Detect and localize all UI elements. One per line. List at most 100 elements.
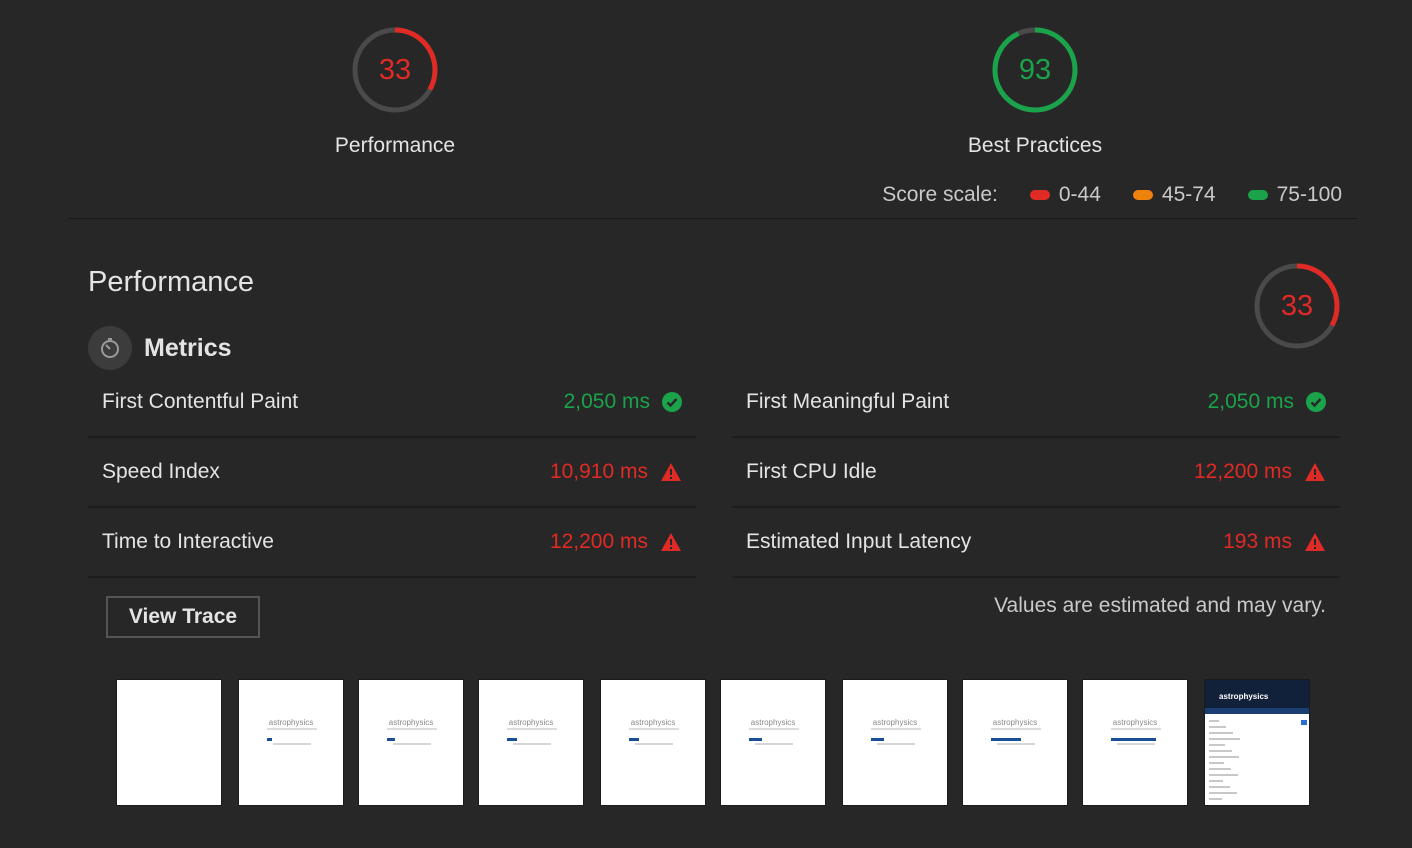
scale-fail-swatch <box>1029 190 1050 200</box>
best-practices-label: Best Practices <box>967 134 1103 157</box>
metric-label: Estimated Input Latency <box>746 530 972 553</box>
filmstrip-frame: astrophysics <box>842 679 948 806</box>
estimate-note: Values are estimated and may vary. <box>994 594 1326 617</box>
category-gauge-wrap: 33 <box>1253 262 1341 350</box>
category-score: 33 <box>1280 290 1314 322</box>
metric-value: 10,910 ms <box>549 460 648 483</box>
frame-line <box>1117 743 1155 745</box>
frame-line <box>877 743 915 745</box>
frame-text-line <box>1209 750 1232 752</box>
frame-progress-bar <box>507 738 517 741</box>
frame-subtitle <box>387 728 437 730</box>
metric-value: 193 ms <box>1223 530 1292 553</box>
score-scale-title: Score scale: <box>882 183 998 206</box>
frame-text: astrophysics <box>750 718 796 727</box>
metric-label: First CPU Idle <box>746 460 877 483</box>
metric-first-cpu-idle: First CPU Idle 12,200 ms <box>732 438 1340 508</box>
frame-text-line <box>1209 756 1239 758</box>
frame-line <box>513 743 551 745</box>
filmstrip-frame: astrophysics <box>962 679 1068 806</box>
filmstrip-frame: astrophysics <box>600 679 706 806</box>
frame-line <box>273 743 311 745</box>
metric-first-meaningful-paint: First Meaningful Paint 2,050 ms <box>732 368 1340 438</box>
metric-estimated-input-latency: Estimated Input Latency 193 ms <box>732 508 1340 578</box>
frame-text: astrophysics <box>1112 718 1158 727</box>
frame-text-line <box>1209 744 1225 746</box>
performance-summary[interactable]: 33 Performance <box>275 26 515 158</box>
frame-subtitle <box>267 728 317 730</box>
metrics-title: Metrics <box>144 333 232 362</box>
frame-text-line <box>1209 792 1237 794</box>
metric-label: Speed Index <box>102 460 220 483</box>
frame-text-line <box>1209 762 1224 764</box>
frame-progress-bar <box>991 738 1021 741</box>
category-gauge: 33 <box>1253 262 1341 350</box>
frame-tabs <box>1205 708 1309 714</box>
warning-triangle-icon <box>1305 463 1325 481</box>
frame-progress-bar <box>387 738 395 741</box>
pass-check-icon <box>1306 392 1326 412</box>
frame-line <box>755 743 793 745</box>
performance-gauge: 33 <box>351 26 439 114</box>
filmstrip-frame <box>116 679 222 806</box>
frame-text: astrophysics <box>872 718 918 727</box>
best-practices-summary[interactable]: 93 Best Practices <box>915 26 1155 158</box>
frame-text: astrophysics <box>388 718 434 727</box>
metrics-header: Metrics <box>88 326 232 370</box>
score-scale: Score scale: 0-44 45-74 75-100 <box>882 183 1342 207</box>
frame-progress-bar <box>871 738 884 741</box>
filmstrip-frame: astrophysics <box>1082 679 1188 806</box>
view-trace-button[interactable]: View Trace <box>106 596 260 638</box>
metric-label: First Meaningful Paint <box>746 390 950 413</box>
frame-subtitle <box>629 728 679 730</box>
performance-label: Performance <box>334 134 456 157</box>
metric-first-contentful-paint: First Contentful Paint 2,050 ms <box>88 368 696 438</box>
frame-progress-bar <box>1111 738 1156 741</box>
metrics-column-right: First Meaningful Paint 2,050 ms First CP… <box>732 368 1340 578</box>
stopwatch-icon <box>88 326 132 370</box>
metric-label: Time to Interactive <box>102 530 274 553</box>
section-divider <box>68 218 1358 219</box>
frame-subtitle <box>1111 728 1161 730</box>
filmstrip-frame: astrophysics <box>238 679 344 806</box>
filmstrip-frame: astrophysics <box>478 679 584 806</box>
scale-average-label: 45-74 <box>1161 183 1216 206</box>
frame-text-line <box>1209 720 1219 722</box>
frame-line <box>997 743 1035 745</box>
performance-score: 33 <box>378 54 412 86</box>
frame-text-line <box>1209 738 1240 740</box>
frame-progress-bar <box>629 738 639 741</box>
warning-triangle-icon <box>661 533 681 551</box>
filmstrip-frame: astrophysics <box>358 679 464 806</box>
frame-subtitle <box>507 728 557 730</box>
metric-value: 2,050 ms <box>1207 390 1294 413</box>
frame-text-line <box>1209 786 1230 788</box>
frame-subtitle <box>749 728 799 730</box>
metric-value: 12,200 ms <box>1193 460 1292 483</box>
metric-time-to-interactive: Time to Interactive 12,200 ms <box>88 508 696 578</box>
warning-triangle-icon <box>661 463 681 481</box>
filmstrip-frame: astrophysics <box>1204 679 1310 806</box>
frame-line <box>393 743 431 745</box>
frame-progress-bar <box>267 738 272 741</box>
best-practices-score: 93 <box>1018 54 1052 86</box>
warning-triangle-icon <box>1305 533 1325 551</box>
scale-average-swatch <box>1132 190 1153 200</box>
frame-text-line <box>1209 798 1222 800</box>
frame-line <box>635 743 673 745</box>
best-practices-gauge: 93 <box>991 26 1079 114</box>
frame-subtitle <box>871 728 921 730</box>
frame-brand: astrophysics <box>1219 692 1269 701</box>
frame-text: astrophysics <box>992 718 1038 727</box>
metric-speed-index: Speed Index 10,910 ms <box>88 438 696 508</box>
filmstrip-frame: astrophysics <box>720 679 826 806</box>
scale-pass-label: 75-100 <box>1276 183 1342 206</box>
frame-text-line <box>1209 732 1233 734</box>
frame-button <box>1301 720 1307 725</box>
pass-check-icon <box>662 392 682 412</box>
metric-value: 2,050 ms <box>563 390 650 413</box>
frame-text-line <box>1209 768 1231 770</box>
metric-label: First Contentful Paint <box>102 390 299 413</box>
frame-progress-bar <box>749 738 762 741</box>
category-title: Performance <box>88 266 255 298</box>
